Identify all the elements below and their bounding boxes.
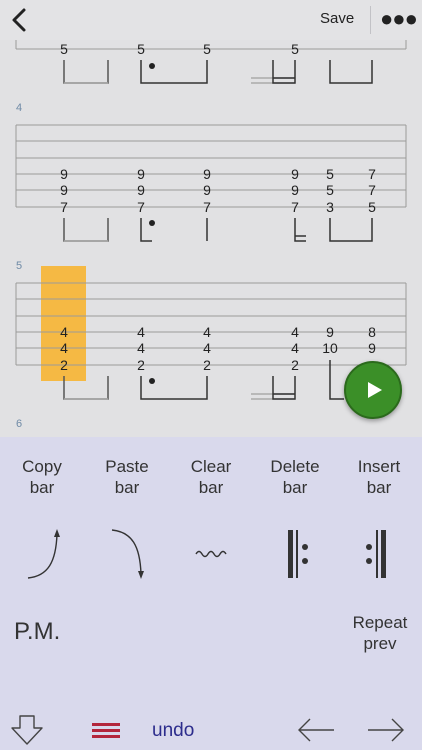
tab-note[interactable]: 5 <box>368 199 376 215</box>
paste-bar-label-2: bar <box>114 478 140 497</box>
repeat-start-icon[interactable] <box>285 528 313 580</box>
repeat-end-icon[interactable] <box>362 528 390 580</box>
menu-lines-icon[interactable] <box>92 722 120 738</box>
delete-bar-label-1: Delete <box>270 457 320 476</box>
tab-note[interactable]: 4 <box>291 324 299 340</box>
dot-marker <box>149 378 155 384</box>
tab-note[interactable]: 9 <box>137 182 145 198</box>
tab-note[interactable]: 9 <box>368 340 376 356</box>
save-button[interactable]: Save <box>320 10 354 27</box>
collapse-down-icon[interactable] <box>8 714 46 746</box>
bend-up-icon[interactable] <box>24 526 66 582</box>
tab-note[interactable]: 5 <box>137 41 145 57</box>
copy-bar-button[interactable]: Copy bar <box>12 456 72 498</box>
tab-note[interactable]: 4 <box>203 324 211 340</box>
back-chevron-icon[interactable] <box>8 7 32 33</box>
tab-note[interactable]: 9 <box>291 182 299 198</box>
arrow-right-icon[interactable] <box>366 716 406 744</box>
copy-bar-label-1: Copy <box>22 457 62 476</box>
tab-note[interactable]: 9 <box>60 182 68 198</box>
tab-note[interactable]: 7 <box>291 199 299 215</box>
tab-note[interactable]: 5 <box>203 41 211 57</box>
staff-measure-4 <box>15 124 407 208</box>
tab-note[interactable]: 4 <box>203 340 211 356</box>
delete-bar-label-2: bar <box>282 478 308 497</box>
tab-note[interactable]: 4 <box>137 324 145 340</box>
undo-button[interactable]: undo <box>152 720 194 742</box>
insert-bar-label-1: Insert <box>357 457 401 476</box>
dot-marker <box>149 220 155 226</box>
tab-note[interactable]: 7 <box>203 199 211 215</box>
tab-note[interactable]: 9 <box>137 166 145 182</box>
tab-note[interactable]: 5 <box>291 41 299 57</box>
dot-marker <box>149 63 155 69</box>
rhythm-stems-measure-4 <box>63 218 373 242</box>
palm-mute-button[interactable]: P.M. <box>14 618 60 646</box>
top-bar: Save ●●● <box>0 0 422 40</box>
tab-note[interactable]: 7 <box>60 199 68 215</box>
tab-note[interactable]: 2 <box>60 357 68 373</box>
measure-number: 6 <box>16 418 22 430</box>
tab-note[interactable]: 2 <box>203 357 211 373</box>
tab-note[interactable]: 4 <box>137 340 145 356</box>
clear-bar-label-1: Clear <box>190 457 232 476</box>
clear-bar-label-2: bar <box>198 478 224 497</box>
repeat-prev-label-1: Repeat <box>352 613 408 632</box>
tab-note[interactable]: 9 <box>203 182 211 198</box>
clear-bar-button[interactable]: Clear bar <box>181 456 241 498</box>
insert-bar-button[interactable]: Insert bar <box>348 456 410 498</box>
paste-bar-label-1: Paste <box>105 457 149 476</box>
tab-note[interactable]: 4 <box>60 340 68 356</box>
tab-note[interactable]: 7 <box>368 182 376 198</box>
copy-bar-label-2: bar <box>29 478 55 497</box>
tab-note[interactable]: 2 <box>291 357 299 373</box>
play-button[interactable] <box>344 361 402 419</box>
tab-note[interactable]: 4 <box>291 340 299 356</box>
vibrato-icon[interactable] <box>194 546 228 560</box>
tab-note[interactable]: 9 <box>291 166 299 182</box>
tab-note[interactable]: 10 <box>322 340 338 356</box>
header-divider <box>370 6 371 34</box>
insert-bar-label-2: bar <box>366 478 392 497</box>
rhythm-stems-top <box>63 60 373 84</box>
repeat-prev-label-2: prev <box>363 634 397 653</box>
tab-note[interactable]: 7 <box>368 166 376 182</box>
paste-bar-button[interactable]: Paste bar <box>96 456 158 498</box>
tab-note[interactable]: 7 <box>137 199 145 215</box>
tab-note[interactable]: 5 <box>326 182 334 198</box>
tab-note[interactable]: 4 <box>60 324 68 340</box>
tab-note[interactable]: 8 <box>368 324 376 340</box>
measure-number: 4 <box>16 102 22 114</box>
more-options-icon[interactable]: ●●● <box>380 6 418 32</box>
staff-top <box>15 40 407 50</box>
tab-note[interactable]: 9 <box>60 166 68 182</box>
tab-note[interactable]: 5 <box>60 41 68 57</box>
arrow-left-icon[interactable] <box>296 716 336 744</box>
bend-down-icon[interactable] <box>108 526 150 582</box>
tab-note[interactable]: 2 <box>137 357 145 373</box>
delete-bar-button[interactable]: Delete bar <box>260 456 330 498</box>
play-icon <box>368 382 382 398</box>
repeat-prev-button[interactable]: Repeat prev <box>344 612 416 654</box>
tab-note[interactable]: 9 <box>203 166 211 182</box>
tab-note[interactable]: 9 <box>326 324 334 340</box>
tab-note[interactable]: 5 <box>326 166 334 182</box>
measure-number: 5 <box>16 260 22 272</box>
tab-note[interactable]: 3 <box>326 199 334 215</box>
